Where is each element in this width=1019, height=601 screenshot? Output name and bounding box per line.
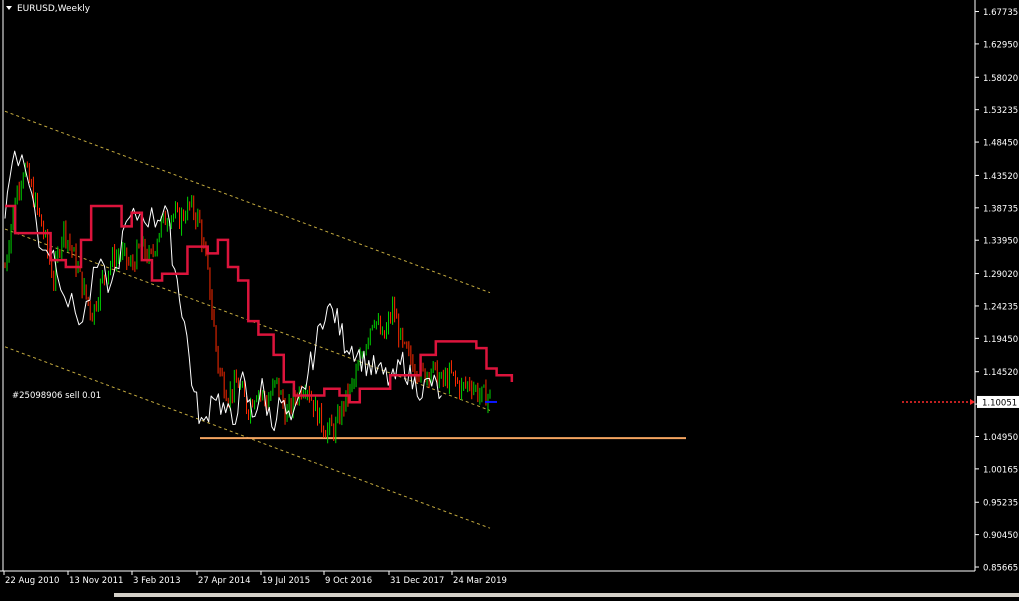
price-tick-label: 1.38735	[983, 204, 1018, 214]
price-tick-label: 1.58020	[983, 74, 1018, 84]
time-tick-label: 19 Jul 2015	[262, 576, 310, 586]
time-tick-label: 3 Feb 2013	[133, 576, 181, 586]
price-tick-label: 1.48450	[983, 139, 1018, 149]
price-tick-label: 1.19450	[983, 335, 1018, 345]
price-tick-label: 1.14520	[983, 368, 1018, 378]
time-tick-label: 9 Oct 2016	[325, 576, 372, 586]
price-tick-label: 0.95235	[983, 499, 1018, 509]
time-tick-label: 13 Nov 2011	[69, 576, 123, 586]
current-price-label: 1.10051	[982, 398, 1017, 408]
order-label[interactable]: #25098906 sell 0.01	[12, 391, 101, 401]
price-tick-label: 1.29020	[983, 270, 1018, 280]
price-tick-label: 1.33950	[983, 237, 1018, 247]
horizontal-scrollbar[interactable]	[114, 593, 1019, 597]
chart-background	[0, 0, 1019, 597]
price-tick-label: 0.90450	[983, 531, 1018, 541]
price-tick-label: 1.67735	[983, 8, 1018, 18]
price-tick-label: 1.00165	[983, 465, 1018, 475]
chart-title: EURUSD,Weekly	[17, 4, 91, 14]
price-tick-label: 1.43520	[983, 172, 1018, 182]
time-tick-label: 31 Dec 2017	[390, 576, 444, 586]
time-tick-label: 22 Aug 2010	[5, 576, 59, 586]
price-tick-label: 1.53235	[983, 106, 1018, 116]
chart-window[interactable]: EURUSD,Weekly 1.67735 1.62950 1.58020 1.532…	[0, 0, 1019, 597]
price-tick-label: 0.85665	[983, 564, 1018, 574]
price-tick-label: 1.24235	[983, 302, 1018, 312]
time-tick-label: 27 Apr 2014	[198, 576, 251, 586]
price-tick-label: 1.04950	[983, 433, 1018, 443]
price-tick-label: 1.62950	[983, 40, 1018, 50]
price-chart[interactable]: EURUSD,Weekly 1.67735 1.62950 1.58020 1.532…	[0, 0, 1019, 597]
time-tick-label: 24 Mar 2019	[453, 576, 507, 586]
